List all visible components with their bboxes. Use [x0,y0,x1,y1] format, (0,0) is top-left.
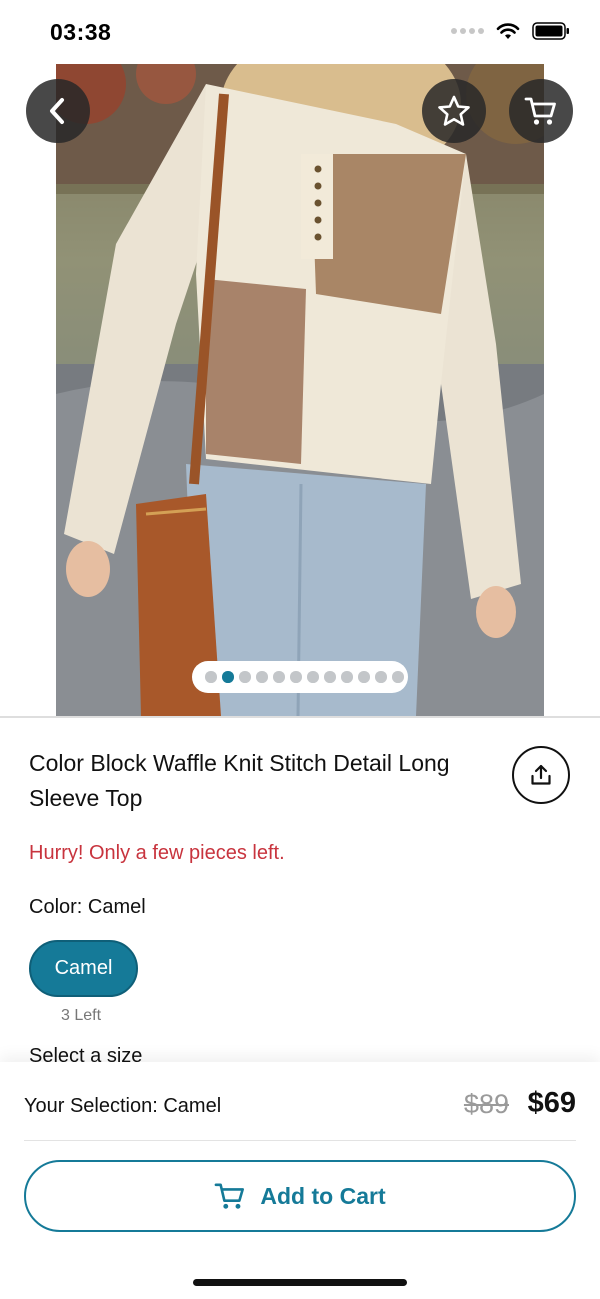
checkout-bar: Your Selection: Camel $89 $69 Add to Car… [0,1062,600,1299]
battery-icon [532,22,569,40]
pager-dot[interactable] [341,671,353,683]
pager-dot[interactable] [205,671,217,683]
star-outline-icon [438,95,470,126]
divider [0,716,600,718]
share-icon [531,764,551,785]
pager-dot[interactable] [290,671,302,683]
pager-dot[interactable] [256,671,268,683]
pager-dot[interactable] [358,671,370,683]
pager-dot[interactable] [239,671,251,683]
cart-button[interactable] [509,79,573,143]
stock-warning: Hurry! Only a few pieces left. [29,842,285,864]
wifi-icon [496,23,520,39]
status-time: 03:38 [50,19,112,45]
pager-dot-active[interactable] [222,671,234,683]
pager-dot[interactable] [392,671,404,683]
divider [24,1140,576,1141]
product-image[interactable] [56,64,544,716]
back-button[interactable] [26,79,90,143]
selection-summary: Your Selection: Camel [24,1095,222,1117]
shopping-cart-icon [215,1183,245,1209]
status-icons [451,22,570,40]
pager-dot[interactable] [375,671,387,683]
share-button[interactable] [512,746,570,804]
pager-dot[interactable] [273,671,285,683]
color-stock-count: 3 Left [61,1007,102,1024]
add-to-cart-label: Add to Cart [260,1182,386,1209]
product-title: Color Block Waffle Knit Stitch Detail Lo… [29,750,450,811]
pager-dot[interactable] [307,671,319,683]
status-bar: 03:38 [0,0,600,64]
color-label: Color: Camel [29,896,146,918]
sale-price: $69 [527,1087,576,1119]
original-price: $89 [463,1089,509,1119]
add-to-cart-button[interactable]: Add to Cart [24,1160,576,1232]
color-option-camel[interactable]: Camel [29,940,138,997]
favorite-button[interactable] [422,79,486,143]
home-indicator[interactable] [193,1279,407,1286]
pager-dot[interactable] [324,671,336,683]
shopping-cart-icon [524,97,556,125]
image-pager[interactable] [192,661,408,693]
chevron-left-icon [50,98,64,124]
cellular-signal-icon [451,28,484,34]
